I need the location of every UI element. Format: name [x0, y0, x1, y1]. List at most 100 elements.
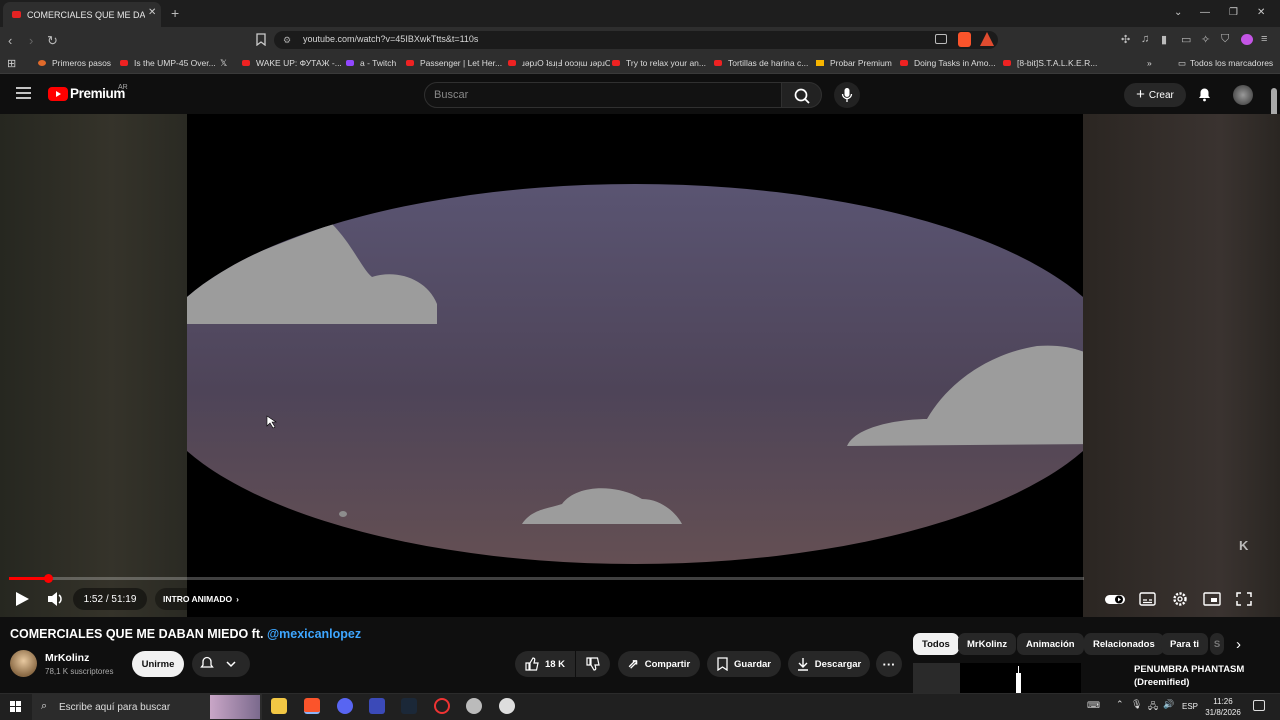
- save-button[interactable]: Guardar: [707, 651, 781, 677]
- leo-icon[interactable]: ✧: [1201, 33, 1210, 46]
- chip-for-you[interactable]: Para ti: [1161, 633, 1209, 655]
- mute-button[interactable]: [46, 590, 66, 608]
- notifications-center-icon[interactable]: [1253, 700, 1265, 711]
- youtube-logo-icon[interactable]: [48, 87, 68, 101]
- account-avatar[interactable]: [1233, 85, 1253, 105]
- more-actions-icon[interactable]: ···: [876, 651, 902, 677]
- progress-bar[interactable]: [9, 577, 1084, 580]
- discord-icon[interactable]: [337, 698, 353, 714]
- like-button[interactable]: 18 K: [515, 651, 575, 677]
- bookmark-item[interactable]: 𝕏: [220, 52, 232, 74]
- chip-animation[interactable]: Animación: [1017, 633, 1084, 655]
- taskbar-search[interactable]: ⌕ Escribe aquí para buscar: [32, 694, 262, 720]
- menu-icon[interactable]: ≡: [1261, 33, 1267, 45]
- play-button[interactable]: [12, 590, 32, 608]
- maximize-icon[interactable]: ❐: [1229, 7, 1238, 18]
- bookmark-item[interactable]: Primeros pasos: [38, 52, 111, 74]
- bookmark-item[interactable]: ɹəpɹO ʇsɹᴉℲ ooɔᴉɯ ɹəpɹO...: [508, 52, 610, 74]
- recommendation-thumbnail[interactable]: [913, 663, 1081, 693]
- channel-watermark[interactable]: K: [1239, 538, 1248, 553]
- app3-icon[interactable]: [466, 698, 482, 714]
- steam-icon[interactable]: [401, 698, 417, 714]
- apps-icon[interactable]: ⊞: [7, 57, 16, 70]
- site-info-icon[interactable]: ⚙: [283, 35, 291, 46]
- bookmark-item[interactable]: Passenger | Let Her...: [406, 52, 502, 74]
- autoplay-toggle[interactable]: [1104, 590, 1126, 608]
- app2-icon[interactable]: [434, 698, 450, 714]
- url-text[interactable]: youtube.com/watch?v=45IBXwkTtts&t=110s: [303, 34, 478, 44]
- sidebar-icon[interactable]: ▮: [1161, 33, 1167, 46]
- dislike-button[interactable]: [576, 651, 610, 677]
- recommendation-title[interactable]: PENUMBRA PHANTASM (Dreemified): [1134, 663, 1264, 689]
- voice-search-button[interactable]: [834, 82, 860, 108]
- media-icon[interactable]: ♫: [1141, 33, 1149, 45]
- bookmark-page-icon[interactable]: [256, 33, 266, 46]
- reload-icon[interactable]: ↻: [47, 33, 58, 49]
- brave-shield-icon[interactable]: [958, 32, 971, 47]
- settings-button[interactable]: [1170, 590, 1190, 608]
- bookmark-item[interactable]: Try to relax your an...: [612, 52, 706, 74]
- tab-search-icon[interactable]: ⌄: [1174, 7, 1182, 18]
- scrubber-handle[interactable]: [43, 574, 53, 583]
- video-frame[interactable]: [187, 114, 1083, 617]
- bookmark-item[interactable]: Probar Premium: [816, 52, 892, 74]
- download-button[interactable]: Descargar: [788, 651, 870, 677]
- bookmark-item[interactable]: Doing Tasks in Amo...: [900, 52, 996, 74]
- language-indicator[interactable]: ESP: [1182, 702, 1198, 711]
- chip-channel[interactable]: MrKolinz: [958, 633, 1017, 655]
- tray-up-icon[interactable]: ⌃: [1116, 699, 1124, 710]
- chips-next-icon[interactable]: ›: [1236, 636, 1241, 653]
- new-tab-icon[interactable]: +: [171, 5, 179, 21]
- network-icon[interactable]: 🖧: [1148, 699, 1158, 715]
- cast-icon[interactable]: [935, 34, 947, 44]
- tab-close-icon[interactable]: ✕: [148, 7, 1275, 18]
- forward-icon[interactable]: ›: [29, 33, 33, 48]
- all-bookmarks[interactable]: ▭ Todos los marcadores: [1178, 52, 1273, 74]
- browser-tab[interactable]: COMERCIALES QUE ME DABAN MIEDO ft. @mexi…: [3, 2, 161, 27]
- taskbar-clock[interactable]: 11:26 31/8/2026: [1199, 696, 1247, 718]
- chip-related[interactable]: Relacionados: [1084, 633, 1164, 655]
- file-explorer-icon[interactable]: [271, 698, 287, 714]
- brave-taskbar-icon[interactable]: [304, 698, 320, 714]
- guide-menu-icon[interactable]: [16, 87, 31, 99]
- share-button[interactable]: ⇗ Compartir: [618, 651, 700, 677]
- app4-icon[interactable]: [499, 698, 515, 714]
- search-input[interactable]: Buscar: [424, 82, 782, 108]
- bookmark-item[interactable]: WAKE UP: ФУТАЖ -...: [242, 52, 342, 74]
- extensions-icon[interactable]: ✣: [1121, 33, 1130, 46]
- channel-avatar[interactable]: [10, 650, 37, 677]
- bookmark-item[interactable]: Tortillas de harina c...: [714, 52, 808, 74]
- bookmark-item[interactable]: [8-bit]S.T.A.L.K.E.R...: [1003, 52, 1097, 74]
- window-close-icon[interactable]: ✕: [1257, 7, 1265, 18]
- join-button[interactable]: Unirme: [132, 651, 184, 677]
- search-button[interactable]: [781, 82, 822, 108]
- channel-name[interactable]: MrKolinz: [45, 652, 89, 664]
- chip-all[interactable]: Todos: [913, 633, 959, 655]
- bookmark-item[interactable]: Is the UMP-45 Over...: [120, 52, 216, 74]
- app-icon[interactable]: [369, 698, 385, 714]
- chapter-button[interactable]: INTRO ANIMADO ›: [155, 588, 247, 610]
- bookmark-item[interactable]: a - Twitch: [346, 52, 396, 74]
- profile-icon[interactable]: [1241, 34, 1253, 45]
- video-title: COMERCIALES QUE ME DABAN MIEDO ft. @mexi…: [10, 627, 361, 641]
- wallet-icon[interactable]: ▭: [1181, 33, 1191, 46]
- fullscreen-button[interactable]: [1234, 590, 1254, 608]
- windows-start-icon[interactable]: [10, 701, 21, 712]
- create-button[interactable]: + Crear: [1124, 83, 1186, 107]
- subtitles-button[interactable]: [1138, 590, 1158, 608]
- chip-partial[interactable]: S: [1210, 633, 1224, 655]
- gear-icon: [1173, 592, 1187, 606]
- notifications-icon[interactable]: [1197, 87, 1212, 102]
- subscription-bell-button[interactable]: [192, 651, 250, 677]
- keyboard-icon[interactable]: ⌨: [1087, 700, 1100, 711]
- volume-tray-icon[interactable]: 🔊: [1163, 699, 1174, 710]
- more-bookmarks-icon[interactable]: »: [1147, 52, 1152, 74]
- premium-logo-text[interactable]: Premium: [70, 86, 125, 101]
- back-icon[interactable]: ‹: [8, 33, 12, 48]
- theater-mode-button[interactable]: [1202, 590, 1222, 608]
- minimize-icon[interactable]: —: [1200, 7, 1210, 18]
- bookmark-label: [8-bit]S.T.A.L.K.E.R...: [1017, 58, 1098, 68]
- vpn-icon[interactable]: ⛉: [1221, 33, 1229, 46]
- mic-tray-icon[interactable]: 🎙: [1131, 699, 1142, 710]
- mention-link[interactable]: @mexicanlopez: [267, 627, 361, 641]
